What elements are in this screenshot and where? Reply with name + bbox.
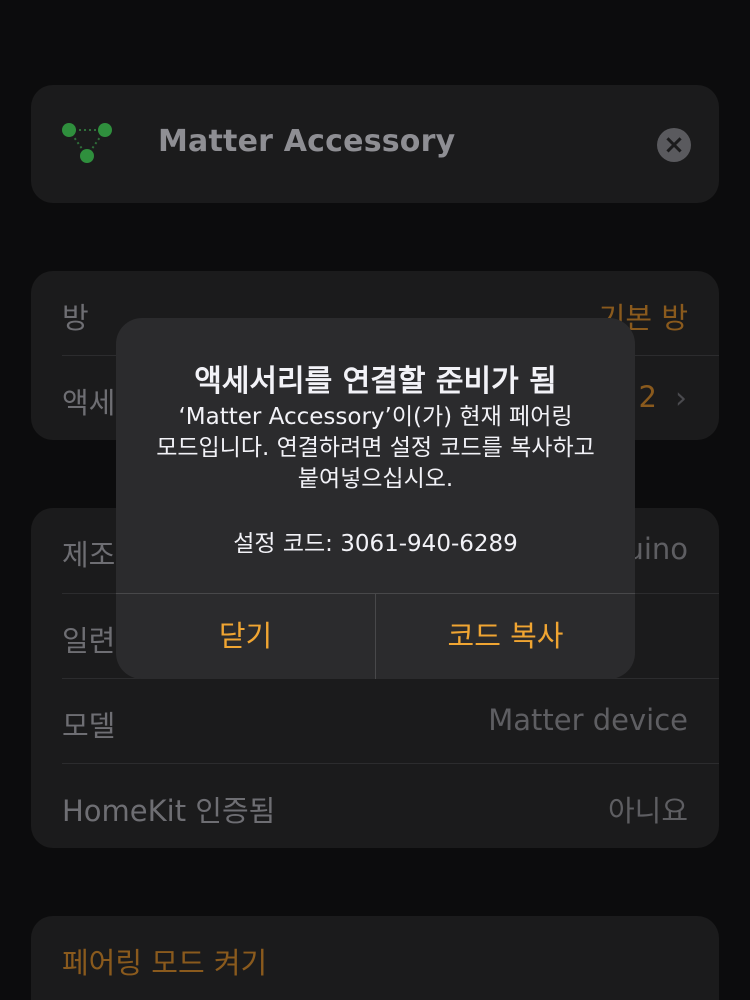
pairing-code-alert: 액세서리를 연결할 준비가 됨 ‘Matter Accessory’이(가) 현… — [116, 318, 635, 679]
model-label: 모델 — [62, 709, 116, 743]
matter-logo-icon — [62, 123, 112, 163]
alert-title: 액세서리를 연결할 준비가 됨 — [194, 364, 557, 399]
chevron-right-icon: › — [675, 381, 687, 416]
copy-code-button[interactable]: 코드 복사 — [376, 594, 635, 679]
close-button[interactable]: 닫기 — [116, 594, 375, 679]
homekit-row: HomeKit 인증됨 아니요 — [31, 764, 719, 848]
alert-message: ‘Matter Accessory’이(가) 현재 페어링 모드입니다. 연결하… — [156, 404, 595, 492]
accessory-detail-page: Matter Accessory × 방 기본 방 액세 2 › 제조 uino… — [0, 0, 750, 1000]
accessory-name[interactable]: Matter Accessory — [158, 124, 455, 159]
homekit-value: 아니요 — [607, 794, 688, 828]
clear-name-icon[interactable]: × — [657, 128, 691, 162]
setup-code: 설정 코드: 3061-940-6289 — [233, 531, 518, 557]
room-label: 방 — [62, 301, 89, 335]
serial-label: 일련 — [62, 624, 116, 658]
pairing-mode-button[interactable]: 페어링 모드 켜기 — [62, 940, 267, 982]
accessory-value: 2 — [638, 380, 657, 414]
accessory-label: 액세 — [62, 386, 116, 420]
model-row: 모델 Matter device — [31, 679, 719, 763]
model-value: Matter device — [488, 703, 688, 737]
homekit-label: HomeKit 인증됨 — [62, 794, 276, 828]
manufacturer-label: 제조 — [62, 538, 116, 572]
